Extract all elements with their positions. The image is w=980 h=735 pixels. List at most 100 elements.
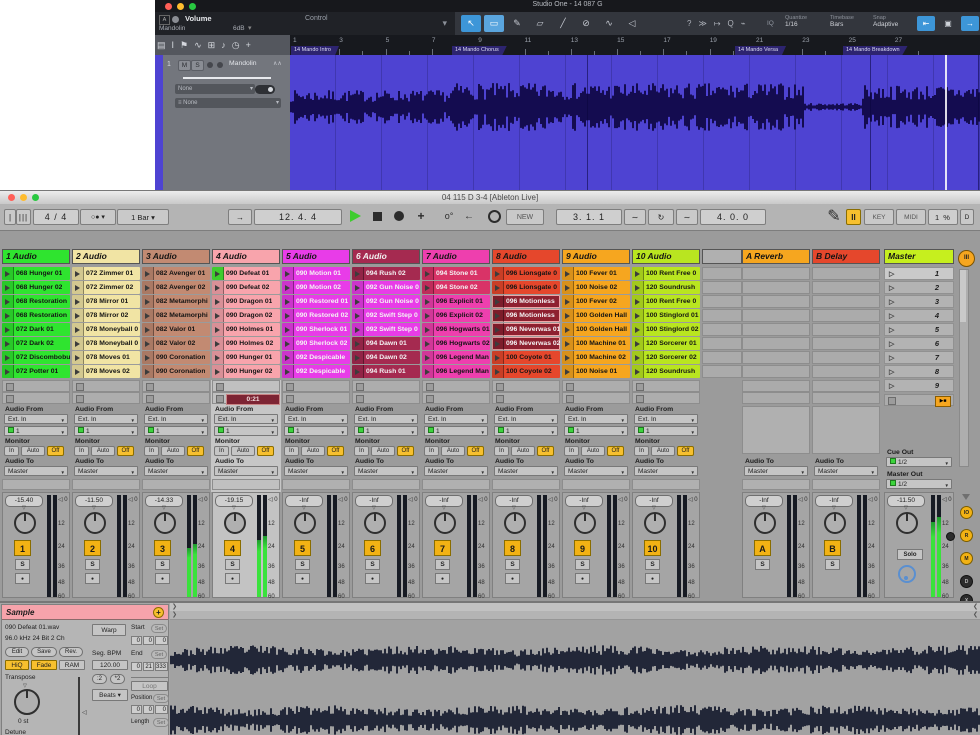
track-name[interactable]: Mandolin: [229, 60, 257, 67]
clip-play-icon[interactable]: [352, 323, 364, 336]
position-beats[interactable]: 0: [143, 705, 154, 714]
solo-button[interactable]: S: [295, 559, 310, 570]
scene-play-icon[interactable]: ▷: [889, 284, 894, 292]
scene-slot[interactable]: ▷8: [884, 365, 954, 378]
clip-slot[interactable]: 072 Zimmer 02: [72, 281, 140, 294]
empty-clip-slot[interactable]: [702, 323, 742, 336]
clip-slot[interactable]: 090 Sherlock 02: [282, 337, 350, 350]
empty-clip-slot[interactable]: [742, 365, 810, 378]
mixer-fold-icon[interactable]: [962, 494, 970, 500]
clip-play-icon[interactable]: [142, 337, 154, 350]
automation-gain[interactable]: 6dB: [233, 25, 245, 32]
clip-play-icon[interactable]: [282, 295, 294, 308]
marker-icon[interactable]: ⊞: [208, 40, 216, 51]
track-activator[interactable]: 7: [434, 540, 451, 556]
monitor-off-button[interactable]: Off: [117, 446, 134, 456]
input-channel-select[interactable]: 1: [634, 426, 698, 436]
clip-play-icon[interactable]: [72, 309, 84, 322]
empty-clip-slot[interactable]: [702, 351, 742, 364]
empty-clip-slot[interactable]: [702, 295, 742, 308]
input-channel-select[interactable]: 1: [214, 426, 278, 436]
monitor-in-button[interactable]: In: [4, 446, 19, 456]
stop-button-icon[interactable]: [146, 383, 154, 391]
clip-stop-slot[interactable]: 0:21: [212, 392, 280, 404]
clip-slot[interactable]: 068 Restoration: [2, 295, 70, 308]
pan-knob[interactable]: [644, 512, 666, 534]
snap-dropdown[interactable]: Snap Adaptive: [873, 15, 898, 28]
audio-to-select[interactable]: Master: [284, 466, 348, 476]
clock-icon[interactable]: ◷: [232, 40, 240, 51]
clip-slot[interactable]: 096 Hogwarts 02: [422, 337, 490, 350]
clip-play-icon[interactable]: [212, 281, 224, 294]
clip-play-icon[interactable]: [2, 337, 14, 350]
clip-play-icon[interactable]: [422, 295, 434, 308]
clip-slot[interactable]: 092 Despicable: [282, 351, 350, 364]
clip-play-icon[interactable]: [72, 337, 84, 350]
clip-play-icon[interactable]: [562, 295, 574, 308]
scene-slot[interactable]: ▷6: [884, 337, 954, 350]
automation-mode-icon[interactable]: A: [159, 15, 170, 25]
clip-play-icon[interactable]: [422, 309, 434, 322]
scene-play-icon[interactable]: ▷: [889, 340, 894, 348]
clip-play-icon[interactable]: [492, 337, 504, 350]
audio-from-select[interactable]: Ext. In: [74, 414, 138, 424]
track-header[interactable]: 10 Audio: [632, 249, 700, 264]
clip-play-icon[interactable]: [2, 295, 14, 308]
clip-stop-slot[interactable]: [282, 380, 350, 392]
solo-button[interactable]: S: [435, 559, 450, 570]
end-set-button[interactable]: Set: [151, 650, 167, 659]
arrangement-clip-flag[interactable]: 14 Mando Chorus: [452, 46, 507, 55]
arrow-tool[interactable]: ↖: [461, 15, 481, 32]
arrangement-waveform-area[interactable]: [290, 55, 980, 190]
clip-play-icon[interactable]: [562, 267, 574, 280]
double-tempo-button[interactable]: *2: [110, 674, 125, 684]
monitor-in-button[interactable]: In: [564, 446, 579, 456]
monitor-off-button[interactable]: Off: [257, 446, 274, 456]
clip-stop-slot[interactable]: [282, 392, 350, 404]
pan-knob[interactable]: [84, 512, 106, 534]
clip-slot[interactable]: 120 Sorcerer 02: [632, 351, 700, 364]
stop-button-icon[interactable]: [6, 395, 14, 403]
clip-slot[interactable]: 090 Restored 02: [282, 309, 350, 322]
clip-slot[interactable]: 100 Machine 01: [562, 337, 630, 350]
monitor-in-button[interactable]: In: [494, 446, 509, 456]
input-channel-select[interactable]: 1: [424, 426, 488, 436]
monitor-off-button[interactable]: Off: [397, 446, 414, 456]
input-channel-select[interactable]: 1: [284, 426, 348, 436]
monitor-in-button[interactable]: In: [354, 446, 369, 456]
clip-stop-slot[interactable]: [422, 380, 490, 392]
empty-clip-slot[interactable]: [812, 295, 880, 308]
empty-clip-slot[interactable]: [702, 365, 742, 378]
monitor-off-button[interactable]: Off: [537, 446, 554, 456]
monitor-off-button[interactable]: Off: [677, 446, 694, 456]
stop-button-icon[interactable]: [76, 395, 84, 403]
solo-button[interactable]: S: [225, 559, 240, 570]
audio-from-select[interactable]: Ext. In: [634, 414, 698, 424]
track-header[interactable]: 8 Audio: [492, 249, 560, 264]
clip-slot[interactable]: 072 Discombobu: [2, 351, 70, 364]
clip-play-icon[interactable]: [352, 267, 364, 280]
pan-knob[interactable]: [824, 512, 846, 534]
stop-button-icon[interactable]: [216, 395, 224, 403]
clip-slot[interactable]: 090 Coronation: [142, 365, 210, 378]
playhead[interactable]: [945, 55, 947, 190]
solo-button[interactable]: S: [365, 559, 380, 570]
clip-slot[interactable]: 092 Swift Step 0: [352, 309, 420, 322]
end-bars[interactable]: 0: [131, 662, 142, 671]
clip-play-icon[interactable]: [632, 323, 644, 336]
clip-stop-slot[interactable]: [742, 392, 810, 404]
clip-play-icon[interactable]: [212, 365, 224, 378]
clip-play-icon[interactable]: [562, 351, 574, 364]
clip-play-icon[interactable]: [632, 309, 644, 322]
view-toggle-m[interactable]: M: [960, 552, 973, 565]
clip-slot[interactable]: 096 Neverwas 01: [492, 323, 560, 336]
quantize-icon[interactable]: Q: [728, 19, 734, 28]
clip-play-icon[interactable]: [142, 309, 154, 322]
empty-clip-slot[interactable]: [812, 351, 880, 364]
track-header[interactable]: 2 Audio: [72, 249, 140, 264]
record-arm-button[interactable]: [207, 62, 213, 68]
solo-button[interactable]: S: [825, 559, 840, 570]
clip-play-icon[interactable]: [2, 351, 14, 364]
clip-stop-slot[interactable]: [142, 380, 210, 392]
start-beats[interactable]: 0: [143, 636, 154, 645]
